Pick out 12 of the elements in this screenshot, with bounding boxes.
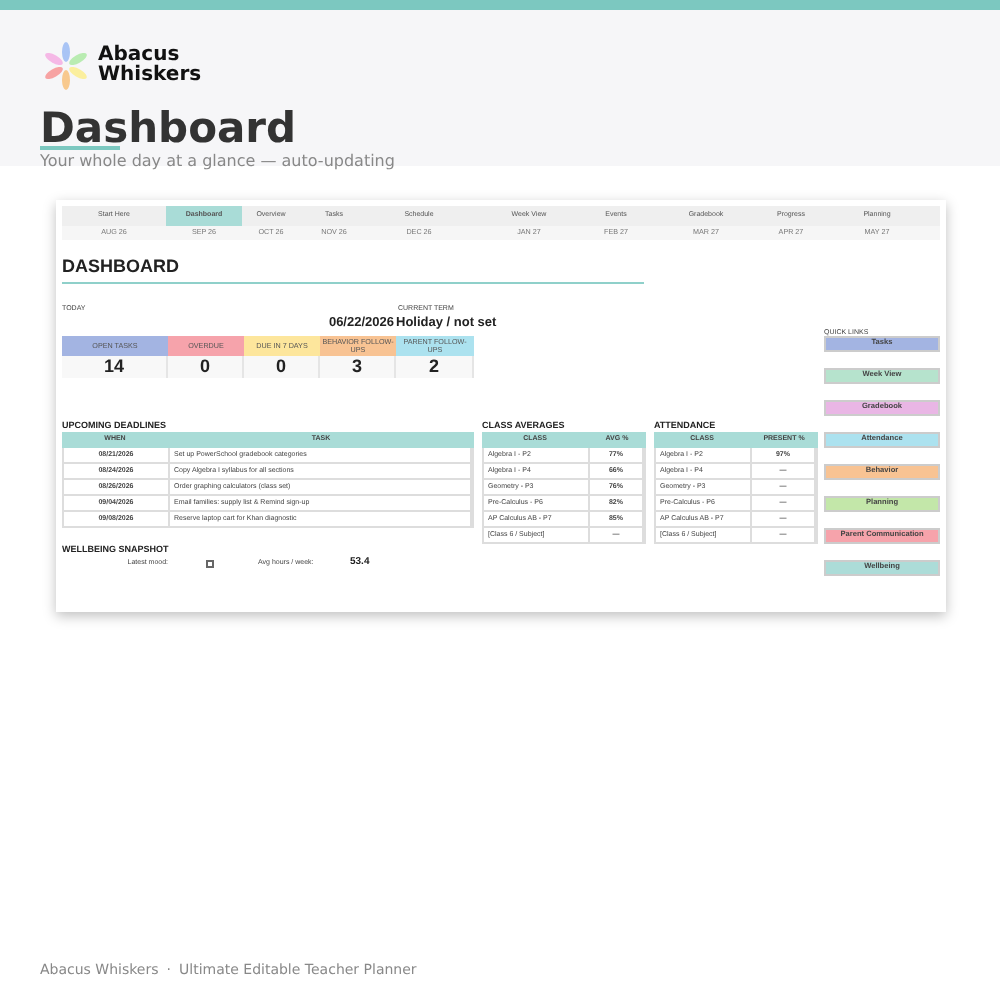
page-title: Dashboard xyxy=(40,104,297,152)
mood-checkbox[interactable] xyxy=(206,559,214,567)
stat-value: 14 xyxy=(62,356,168,378)
logo-icon xyxy=(40,40,92,92)
brand-name: Abacus xyxy=(98,46,180,66)
stat-value: 3 xyxy=(320,356,396,378)
sheet-heading: DASHBOARD xyxy=(62,256,181,278)
stat-value: 2 xyxy=(396,356,474,378)
stat-value: 0 xyxy=(244,356,320,378)
brand-name: Whiskers xyxy=(98,66,202,86)
stat-value: 0 xyxy=(168,356,244,378)
page-subtitle: Your whole day at a glance — auto-updating xyxy=(40,152,397,172)
